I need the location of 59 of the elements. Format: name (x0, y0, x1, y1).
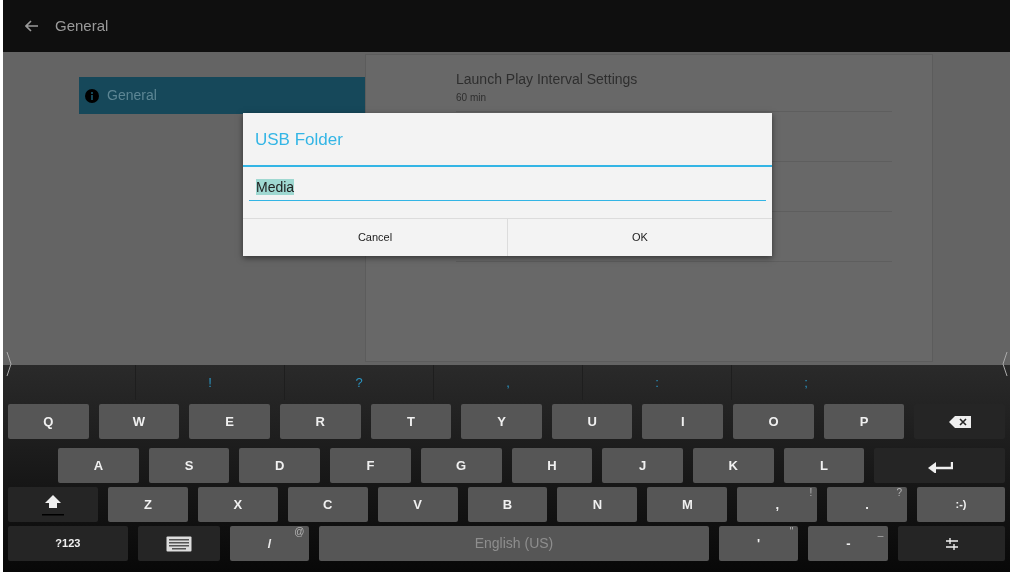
key[interactable]: O (733, 404, 814, 439)
screen-title: General (55, 15, 109, 36)
key[interactable]: M (647, 487, 728, 522)
dialog-button[interactable]: OK (507, 218, 772, 256)
emoticon-key[interactable]: :-) (917, 487, 1005, 522)
key[interactable]: . ? (827, 487, 908, 522)
key[interactable]: E (189, 404, 270, 439)
key[interactable]: U (551, 404, 633, 439)
key-hint: _ (877, 527, 884, 537)
suggestion[interactable]: , (433, 365, 582, 400)
chevron-left-icon (1002, 351, 1008, 377)
key[interactable]: ' " (718, 526, 799, 561)
key[interactable]: C (287, 487, 368, 522)
settings-icon (944, 536, 959, 551)
setting-title: Launch Play Interval Settings (456, 70, 639, 89)
key[interactable]: S (148, 448, 230, 483)
info-icon (85, 88, 99, 103)
key[interactable]: K (692, 448, 774, 483)
key[interactable]: A (58, 448, 139, 483)
key[interactable]: V (377, 487, 458, 522)
key-hint: ! (809, 488, 813, 498)
key[interactable]: X (197, 487, 278, 522)
key-hint: " (789, 527, 794, 537)
keyboard-key[interactable] (137, 526, 220, 561)
suggestion[interactable]: : (582, 365, 731, 400)
dialog-button[interactable]: Cancel (243, 218, 507, 256)
key[interactable]: / @ (229, 526, 310, 561)
key[interactable]: - _ (808, 526, 889, 561)
key[interactable]: G (420, 448, 502, 483)
key[interactable]: L (783, 448, 865, 483)
key[interactable]: , ! (737, 487, 818, 522)
key[interactable]: Y (461, 404, 542, 439)
key[interactable]: J (602, 448, 683, 483)
text-field[interactable]: Media (249, 174, 766, 201)
key[interactable]: Q (8, 404, 89, 439)
dialog-title: USB Folder (243, 113, 772, 167)
key[interactable]: R (279, 404, 361, 439)
back-icon[interactable] (25, 20, 39, 32)
suggestion[interactable]: ; (731, 365, 880, 400)
backspace-icon (948, 415, 971, 428)
key[interactable]: D (239, 448, 321, 483)
key[interactable]: F (330, 448, 411, 483)
key-hint: ? (896, 488, 903, 498)
key[interactable]: Z (107, 487, 188, 522)
key[interactable]: H (511, 448, 593, 483)
shift-key[interactable] (8, 487, 98, 522)
key[interactable]: W (98, 404, 180, 439)
chevron-right-icon (6, 351, 12, 377)
key[interactable]: T (370, 404, 452, 439)
suggestion[interactable]: ! (135, 365, 284, 400)
key-hint: @ (294, 527, 305, 537)
key[interactable]: N (557, 487, 638, 522)
suggestion[interactable]: ? (284, 365, 433, 400)
key[interactable]: I (642, 404, 724, 439)
enter-key[interactable] (874, 448, 1006, 483)
key[interactable]: P (823, 404, 905, 439)
key[interactable]: B (467, 487, 548, 522)
symbols-key[interactable]: ?123 (8, 526, 128, 561)
keyboard-icon (165, 535, 192, 552)
